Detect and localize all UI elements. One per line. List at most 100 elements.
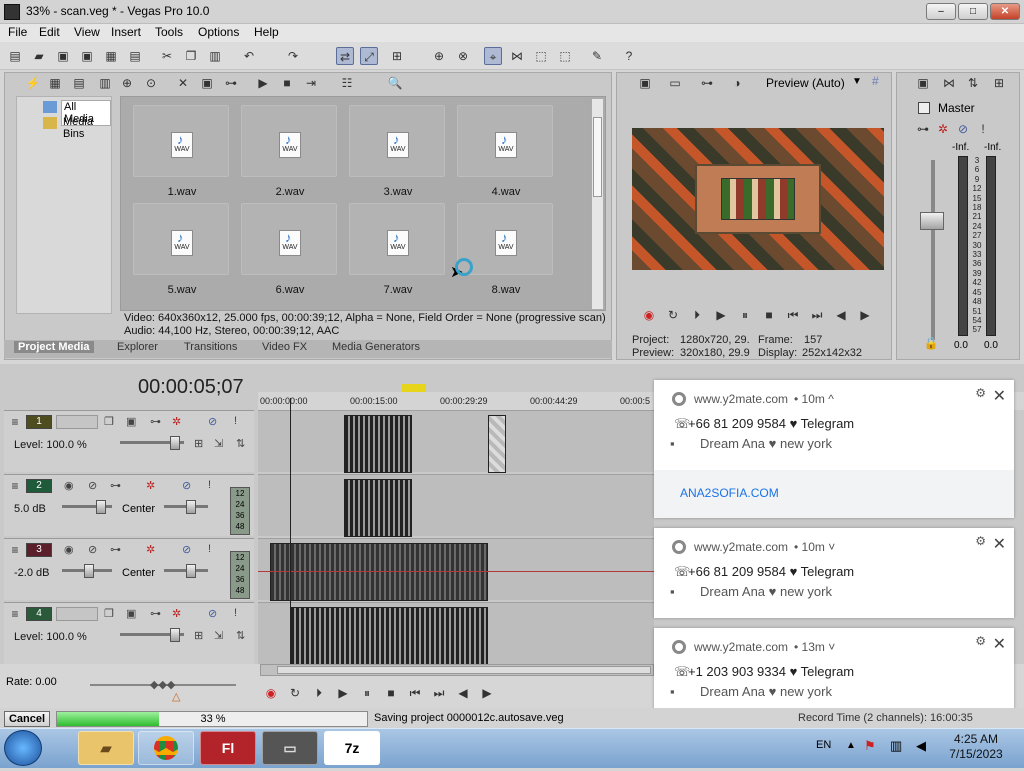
- track-envelope-icon[interactable]: ⇅: [236, 629, 245, 642]
- master-mute-icon[interactable]: ⊘: [954, 120, 972, 138]
- track-envelope-icon[interactable]: ⇅: [236, 437, 245, 450]
- mixer-downmix-icon[interactable]: ⋈: [940, 74, 958, 92]
- notification-close-icon[interactable]: ✕: [993, 534, 1006, 554]
- play-icon[interactable]: ▶: [334, 684, 352, 702]
- close-button[interactable]: ✕: [990, 3, 1020, 20]
- track-solo-icon[interactable]: !: [234, 415, 237, 427]
- track-fx-bypass-icon[interactable]: ⊞: [194, 629, 203, 642]
- pause-icon[interactable]: ⏸: [736, 306, 754, 324]
- audio-clip[interactable]: [344, 479, 412, 537]
- selection-tool-icon[interactable]: ⬚: [532, 47, 550, 65]
- notification-1[interactable]: www.y2mate.com • 10m ^ ⚙ ✕ ☏ +66 81 209 …: [654, 380, 1014, 518]
- network-icon[interactable]: ▥: [890, 738, 902, 754]
- cut-icon[interactable]: ✂: [158, 47, 176, 65]
- mixer-dim-icon[interactable]: ⇅: [964, 74, 982, 92]
- track-pan-knob[interactable]: [186, 564, 196, 578]
- parent-track-icon[interactable]: ▣: [126, 415, 136, 428]
- crossfade-icon[interactable]: ⊗: [454, 47, 472, 65]
- paste-icon[interactable]: ▥: [206, 47, 224, 65]
- media-tile-5[interactable]: WAV 5.wav: [133, 203, 229, 296]
- track-expand-icon[interactable]: ⇲: [214, 629, 223, 642]
- settings-gear-icon[interactable]: ⚙: [975, 634, 986, 648]
- track-motion-icon[interactable]: ⊶: [150, 415, 161, 428]
- new-file-icon[interactable]: ▤: [6, 47, 24, 65]
- notification-close-icon[interactable]: ✕: [993, 386, 1006, 406]
- previous-frame-icon[interactable]: ◀: [832, 306, 850, 324]
- track-lane-2[interactable]: [258, 474, 654, 537]
- external-monitor-icon[interactable]: ▭: [666, 74, 684, 92]
- timeline-scrollbar-thumb[interactable]: [277, 666, 651, 674]
- next-frame-icon[interactable]: ▶: [856, 306, 874, 324]
- snap-icon[interactable]: ⇄: [336, 47, 354, 65]
- flash-taskbar-icon[interactable]: Fl: [200, 731, 256, 765]
- remove-media-icon[interactable]: ✕: [174, 74, 192, 92]
- media-tile-3[interactable]: WAV 3.wav: [349, 105, 445, 198]
- go-to-end-icon[interactable]: ⏭: [808, 306, 826, 324]
- tab-transitions[interactable]: Transitions: [180, 341, 241, 353]
- windows-start-button[interactable]: [4, 730, 42, 766]
- media-scrollbar-thumb[interactable]: [593, 117, 602, 197]
- master-fader-track[interactable]: [931, 160, 935, 340]
- invert-phase-icon[interactable]: ⊘: [88, 479, 97, 492]
- video-clip-selected[interactable]: [488, 415, 506, 473]
- loop-playback-icon[interactable]: ↻: [664, 306, 682, 324]
- track-collapse-icon[interactable]: ≡: [6, 413, 24, 431]
- overlays-icon[interactable]: #: [872, 74, 879, 88]
- menu-options[interactable]: Options: [198, 25, 239, 39]
- parent-track-icon[interactable]: ▣: [126, 607, 136, 620]
- menu-help[interactable]: Help: [254, 25, 279, 39]
- track-header-3[interactable]: ≡ 3 ◉ ⊘ ⊶ ✲ ⊘ ! -2.0 dB Center 12 24 36 48: [4, 538, 254, 600]
- volume-icon[interactable]: ◀: [916, 738, 926, 754]
- track-fx-chain-icon[interactable]: ⊶: [110, 479, 121, 492]
- normal-edit-tool-icon[interactable]: ⌖: [484, 47, 502, 65]
- show-hidden-icons-icon[interactable]: ▲: [846, 740, 856, 751]
- save-as-icon[interactable]: ▣: [78, 47, 96, 65]
- master-fx-chain-icon[interactable]: ⊶: [914, 120, 932, 138]
- record-icon[interactable]: ◉: [640, 306, 658, 324]
- open-folder-icon[interactable]: ▰: [30, 47, 48, 65]
- menu-view[interactable]: View: [74, 25, 100, 39]
- track-lane-3[interactable]: [258, 538, 654, 601]
- tree-item-media-bins[interactable]: Media Bins: [63, 116, 111, 140]
- tab-media-generators[interactable]: Media Generators: [328, 341, 424, 353]
- zoom-tool-icon[interactable]: ⬚: [556, 47, 574, 65]
- play-from-start-icon[interactable]: ⏵: [688, 306, 706, 324]
- track-level-knob[interactable]: [170, 436, 180, 450]
- menu-insert[interactable]: Insert: [111, 25, 141, 39]
- vegas-taskbar-icon[interactable]: ▭: [262, 731, 318, 765]
- chevron-down-icon[interactable]: ▼: [852, 76, 862, 87]
- menu-file[interactable]: File: [8, 25, 27, 39]
- media-tile-6[interactable]: WAV 6.wav: [241, 203, 337, 296]
- stop-icon[interactable]: ■: [382, 684, 400, 702]
- track-collapse-icon[interactable]: ≡: [6, 605, 24, 623]
- settings-gear-icon[interactable]: ⚙: [975, 534, 986, 548]
- explorer-taskbar-icon[interactable]: ▰: [78, 731, 134, 765]
- track-volume-knob[interactable]: [96, 500, 106, 514]
- track-header-2[interactable]: ≡ 2 ◉ ⊘ ⊶ ✲ ⊘ ! 5.0 dB Center 12 24 36 48: [4, 474, 254, 536]
- loop-region-marker[interactable]: [402, 384, 426, 392]
- record-icon[interactable]: ◉: [262, 684, 280, 702]
- media-scrollbar[interactable]: [591, 99, 603, 309]
- track-mute-icon[interactable]: ⊘: [208, 415, 217, 428]
- stop-icon[interactable]: ■: [760, 306, 778, 324]
- play-icon[interactable]: ▶: [712, 306, 730, 324]
- menu-tools[interactable]: Tools: [155, 25, 183, 39]
- video-fx-icon[interactable]: ⊶: [698, 74, 716, 92]
- notification-close-icon[interactable]: ✕: [993, 634, 1006, 654]
- capture-video-icon[interactable]: ▦: [46, 74, 64, 92]
- globe-icon[interactable]: ⊕: [118, 74, 136, 92]
- arm-record-icon[interactable]: ◉: [64, 543, 74, 556]
- track-name-field[interactable]: [56, 415, 98, 429]
- notification-link[interactable]: ANA2SOFIA.COM: [680, 486, 779, 500]
- track-motion-icon[interactable]: ⊶: [150, 607, 161, 620]
- video-clip[interactable]: [344, 415, 412, 473]
- action-center-icon[interactable]: ⚑: [864, 738, 876, 754]
- taskbar-clock[interactable]: 4:25 AM 7/15/2023: [942, 732, 1010, 762]
- go-to-end-icon[interactable]: ⏭: [430, 684, 448, 702]
- save-icon[interactable]: ▣: [54, 47, 72, 65]
- cancel-button[interactable]: Cancel: [4, 711, 50, 727]
- invert-phase-icon[interactable]: ⊘: [88, 543, 97, 556]
- auto-preview-icon[interactable]: ⇥: [302, 74, 320, 92]
- help-pointer-icon[interactable]: ?: [620, 47, 638, 65]
- split-screen-icon[interactable]: ◑: [728, 74, 746, 92]
